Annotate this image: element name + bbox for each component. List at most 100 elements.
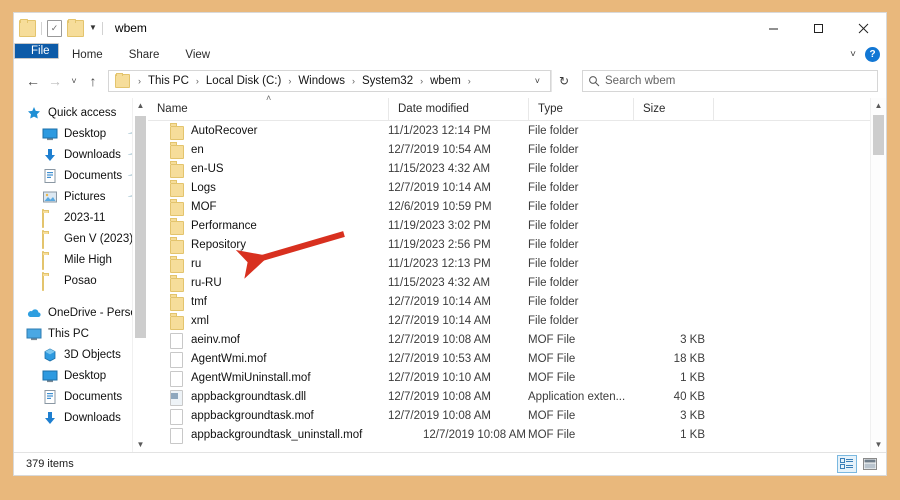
breadcrumb-separator-4: › [420, 76, 424, 86]
desktop-icon [42, 126, 58, 142]
sidebar-item-documents[interactable]: Documents 📌 [14, 165, 148, 186]
sidebar-item-onedrive[interactable]: OneDrive - Personal [14, 302, 148, 323]
breadcrumb-folder-icon [115, 73, 130, 88]
details-view-button[interactable] [837, 455, 857, 473]
table-row[interactable]: tmf 12/7/2019 10:14 AM File folder [148, 292, 886, 311]
sidebar-item-label: Documents [64, 169, 123, 182]
file-size: 1 KB [680, 428, 705, 441]
sidebar-item-downloads-2[interactable]: Downloads [14, 407, 148, 428]
file-type: MOF File [528, 409, 576, 422]
column-header-date[interactable]: Date modified [388, 98, 528, 120]
breadcrumb[interactable]: › This PC › Local Disk (C:) › Windows › … [108, 70, 551, 92]
tab-home[interactable]: Home [59, 43, 116, 66]
sidebar-scrollbar[interactable]: ▲ ▼ [132, 98, 148, 452]
tab-share[interactable]: Share [116, 43, 173, 66]
sidebar-item-2023-11[interactable]: 2023-11 [14, 207, 148, 228]
refresh-button[interactable]: ↻ [551, 70, 576, 92]
sidebar-item-label: Pictures [64, 190, 106, 203]
up-button[interactable]: ↑ [82, 70, 104, 92]
large-icons-view-button[interactable] [860, 455, 880, 473]
sidebar-item-downloads[interactable]: Downloads 📌 [14, 144, 148, 165]
sidebar-scroll-thumb[interactable] [135, 116, 146, 338]
file-type: File folder [528, 276, 579, 289]
scroll-up-icon[interactable]: ▲ [871, 98, 886, 113]
file-name: ru [191, 257, 202, 270]
sidebar-item-mile-high[interactable]: Mile High [14, 249, 148, 270]
breadcrumb-item-local-disk[interactable]: Local Disk (C:) [204, 75, 283, 87]
file-date: 12/7/2019 10:08 AM [388, 333, 491, 346]
folder-icon [170, 314, 184, 330]
table-row-repository[interactable]: Repository 11/19/2023 2:56 PM File folde… [148, 235, 886, 254]
column-header-type[interactable]: Type [528, 98, 633, 120]
breadcrumb-item-system32[interactable]: System32 [360, 75, 415, 87]
sidebar-item-pictures[interactable]: Pictures 📌 [14, 186, 148, 207]
new-folder-icon[interactable] [67, 18, 84, 37]
file-list-scroll-thumb[interactable] [873, 115, 884, 155]
sidebar-item-documents-2[interactable]: Documents [14, 386, 148, 407]
back-button[interactable]: ← [22, 70, 44, 92]
breadcrumb-item-this-pc[interactable]: This PC [146, 75, 191, 87]
sidebar-item-this-pc[interactable]: This PC [14, 323, 148, 344]
file-type: File folder [528, 295, 579, 308]
table-row[interactable]: en 12/7/2019 10:54 AM File folder [148, 140, 886, 159]
help-icon[interactable]: ? [865, 47, 880, 62]
table-row[interactable]: Performance 11/19/2023 3:02 PM File fold… [148, 216, 886, 235]
breadcrumb-item-windows[interactable]: Windows [296, 75, 347, 87]
column-header-name[interactable]: Name ˄ [148, 93, 388, 120]
table-row[interactable]: appbackgroundtask.mof 12/7/2019 10:08 AM… [148, 406, 886, 425]
search-input[interactable]: Search wbem [582, 70, 878, 92]
table-row[interactable]: Logs 12/7/2019 10:14 AM File folder [148, 178, 886, 197]
ribbon-right-controls: ˅ ? [850, 43, 880, 66]
forward-button[interactable]: → [44, 70, 66, 92]
file-date: 12/7/2019 10:08 AM [388, 390, 491, 403]
tab-view[interactable]: View [172, 43, 223, 66]
sidebar-item-gen-v[interactable]: Gen V (2023) Sea [14, 228, 148, 249]
breadcrumb-separator-1: › [195, 76, 199, 86]
file-list-scrollbar[interactable]: ▲ ▼ [870, 98, 886, 452]
file-size: 3 KB [680, 409, 705, 422]
file-name: Logs [191, 181, 216, 194]
scroll-up-icon[interactable]: ▲ [133, 98, 148, 113]
customize-caret-icon[interactable]: ▼ [89, 24, 97, 32]
maximize-button[interactable] [796, 13, 841, 43]
folder-icon[interactable] [19, 18, 36, 37]
breadcrumb-item-wbem[interactable]: wbem [428, 75, 463, 87]
folder-icon [170, 238, 184, 254]
sidebar-item-3d-objects[interactable]: 3D Objects [14, 344, 148, 365]
sidebar-item-posao[interactable]: Posao [14, 270, 148, 291]
toolbar-divider-2 [101, 21, 103, 35]
close-button[interactable] [841, 13, 886, 43]
table-row[interactable]: xml 12/7/2019 10:14 AM File folder [148, 311, 886, 330]
properties-icon[interactable]: ✓ [47, 19, 62, 37]
table-row[interactable]: ru 11/1/2023 12:13 PM File folder [148, 254, 886, 273]
file-date: 11/1/2023 12:14 PM [388, 124, 491, 137]
search-placeholder: Search wbem [605, 75, 676, 87]
table-row[interactable]: MOF 12/6/2019 10:59 PM File folder [148, 197, 886, 216]
sidebar-item-quick-access[interactable]: Quick access [14, 102, 148, 123]
table-row[interactable]: appbackgroundtask_uninstall.mof 12/7/201… [148, 425, 886, 444]
minimize-button[interactable] [751, 13, 796, 43]
sidebar-item-desktop-2[interactable]: Desktop [14, 365, 148, 386]
breadcrumb-dropdown-icon[interactable]: ˅ [529, 76, 546, 86]
table-row[interactable]: aeinv.mof 12/7/2019 10:08 AM MOF File 3 … [148, 330, 886, 349]
scroll-down-icon[interactable]: ▼ [871, 437, 886, 452]
table-row[interactable]: AutoRecover 11/1/2023 12:14 PM File fold… [148, 121, 886, 140]
table-row[interactable]: AgentWmi.mof 12/7/2019 10:53 AM MOF File… [148, 349, 886, 368]
file-icon [170, 332, 184, 349]
tab-file[interactable]: File [14, 43, 59, 59]
chevron-down-icon[interactable]: ˅ [850, 49, 856, 60]
scroll-down-icon[interactable]: ▼ [133, 437, 148, 452]
file-date: 11/15/2023 4:32 AM [388, 162, 491, 175]
file-date: 12/7/2019 10:10 AM [388, 371, 491, 384]
table-row[interactable]: AgentWmiUninstall.mof 12/7/2019 10:10 AM… [148, 368, 886, 387]
table-row[interactable]: en-US 11/15/2023 4:32 AM File folder [148, 159, 886, 178]
file-date: 12/7/2019 10:54 AM [388, 143, 491, 156]
table-row[interactable]: ru-RU 11/15/2023 4:32 AM File folder [148, 273, 886, 292]
table-row[interactable]: appbackgroundtask.dll 12/7/2019 10:08 AM… [148, 387, 886, 406]
file-date: 11/15/2023 4:32 AM [388, 276, 491, 289]
breadcrumb-separator-3: › [351, 76, 355, 86]
sidebar-item-desktop[interactable]: Desktop 📌 [14, 123, 148, 144]
column-header-size[interactable]: Size [633, 98, 713, 120]
recent-locations-button[interactable]: ˅ [66, 70, 82, 92]
explorer-content: Quick access Desktop 📌 Downloads 📌 [14, 93, 886, 452]
